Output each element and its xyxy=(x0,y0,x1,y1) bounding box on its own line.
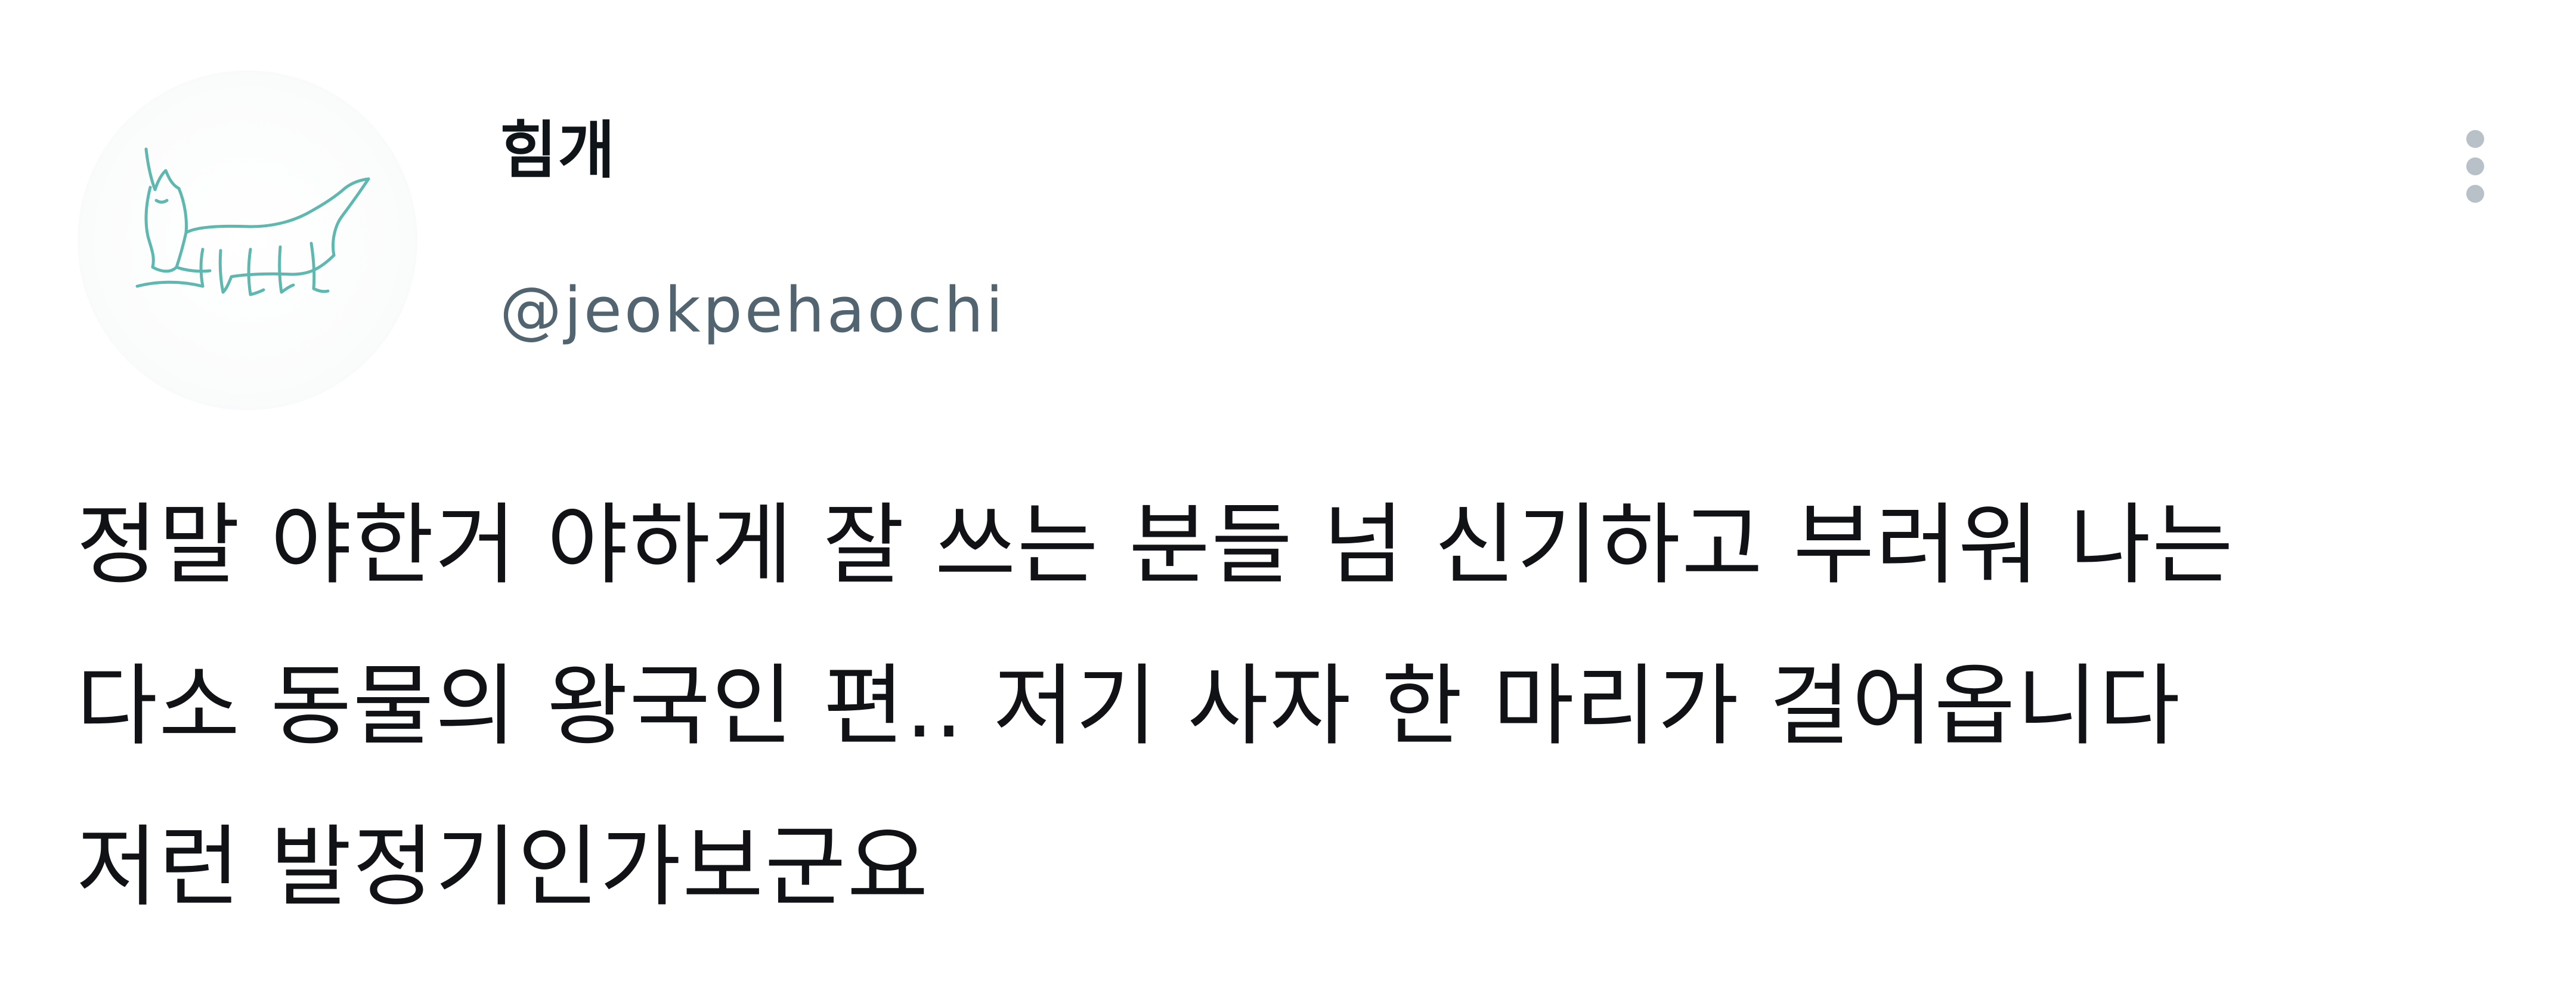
more-dot-icon xyxy=(2466,130,2484,148)
post-body: 정말 야한거 야하게 잘 쓰는 분들 넘 신기하고 부러워 나는 다소 동물의 … xyxy=(76,501,2497,984)
more-options-button[interactable] xyxy=(2445,119,2504,215)
avatar[interactable] xyxy=(78,70,417,410)
user-handle[interactable]: @jeokpehaochi xyxy=(500,279,1005,341)
more-dot-icon xyxy=(2466,157,2484,175)
more-dot-icon xyxy=(2466,185,2484,203)
post-text-line: 저런 발정기인가보군요 xyxy=(76,816,930,918)
post-text-line: 다소 동물의 왕국인 편.. 저기 사자 한 마리가 걸어옵니다 xyxy=(76,655,2181,757)
dog-doodle-icon xyxy=(135,147,370,296)
post-text-line: 정말 야한거 야하게 잘 쓰는 분들 넘 신기하고 부러워 나는 xyxy=(76,494,2235,596)
display-name[interactable]: 힘개 xyxy=(500,119,616,181)
post-card: 힘개 @jeokpehaochi 정말 야한거 야하게 잘 쓰는 분들 넘 신기… xyxy=(0,0,2576,957)
